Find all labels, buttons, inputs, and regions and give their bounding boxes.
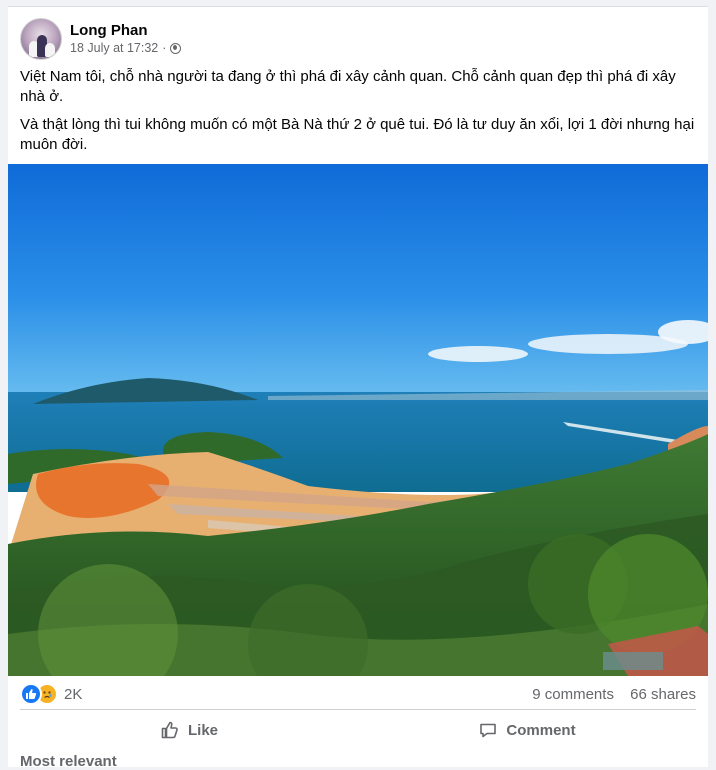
engagement-counts: 9 comments 66 shares [520,686,696,703]
post-text: Việt Nam tôi, chỗ nhà người ta đang ở th… [20,67,696,163]
like-label: Like [187,721,218,739]
comments-count[interactable]: 9 comments [532,686,614,703]
post-photo[interactable] [8,164,708,676]
post-actions: Like Comment [20,709,696,750]
author-avatar[interactable] [20,18,62,60]
author-name[interactable]: Long Phan [70,21,181,40]
post-subline: 18 July at 17:32 · [70,40,182,57]
comment-button[interactable]: Comment [358,710,696,750]
reaction-count: 2K [64,685,83,703]
comment-icon [480,723,497,738]
post-paragraph: Việt Nam tôi, chỗ nhà người ta đang ở th… [20,68,676,105]
post-paragraph: Và thật lòng thì tui không muốn có một B… [20,116,695,153]
coastal-landscape-image [8,164,708,676]
comment-label: Comment [506,721,576,739]
post-card: Long Phan 18 July at 17:32 · Việt Nam tô… [8,6,708,770]
thumbs-up-icon [161,721,178,739]
post-timestamp[interactable]: 18 July at 17:32 [70,40,158,57]
globe-icon[interactable] [170,43,182,54]
post-stats: 2K 9 comments 66 shares [20,683,696,705]
reactions-summary[interactable]: 2K [20,683,82,705]
post-header: Long Phan 18 July at 17:32 · [20,18,182,60]
post-meta: Long Phan 18 July at 17:32 · [70,21,182,57]
meta-separator: · [162,41,167,55]
shares-count[interactable]: 66 shares [630,686,696,703]
comment-sort-label[interactable]: Most relevant [20,753,117,770]
like-icon [20,683,42,705]
like-button[interactable]: Like [20,710,358,750]
